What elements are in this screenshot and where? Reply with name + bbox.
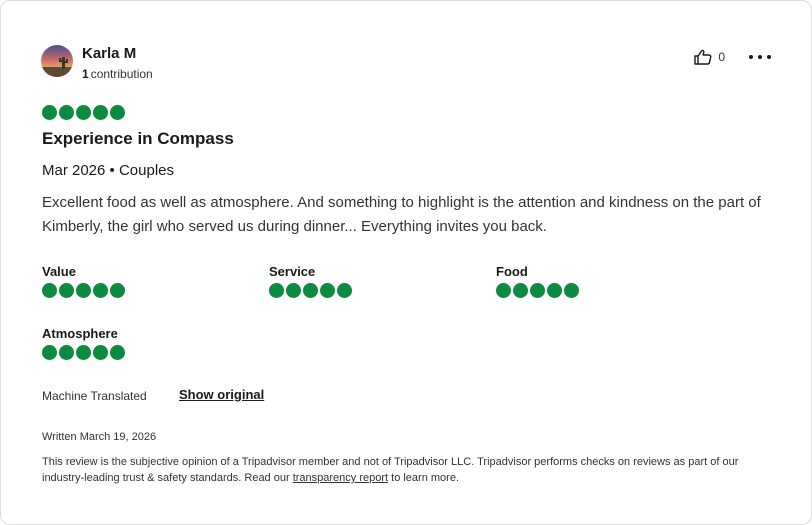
ellipsis-icon	[767, 55, 771, 59]
sub-rating-label: Atmosphere	[42, 326, 118, 341]
helpful-vote-button[interactable]: 0	[694, 49, 725, 65]
rating-bubble-icon	[76, 283, 91, 298]
rating-bubble-icon	[76, 345, 91, 360]
sub-rating-atmosphere: Atmosphere	[42, 326, 125, 360]
review-card: Karla M 1 contribution 0 Experience in Co…	[0, 0, 812, 525]
author-name[interactable]: Karla M	[82, 45, 136, 62]
sub-rating-label: Food	[496, 264, 528, 279]
disclaimer-text-end: to learn more.	[388, 472, 459, 484]
rating-bubble-icon	[76, 105, 91, 120]
rating-bubble-icon	[110, 283, 125, 298]
avatar[interactable]	[41, 45, 73, 77]
overall-rating-bubbles	[42, 105, 125, 120]
ellipsis-icon	[749, 55, 753, 59]
rating-bubble-icon	[59, 283, 74, 298]
contributions-label: contribution	[90, 67, 153, 81]
sub-rating-bubbles	[496, 283, 579, 298]
thumbs-up-icon	[694, 49, 712, 65]
rating-bubble-icon	[42, 105, 57, 120]
rating-bubble-icon	[59, 105, 74, 120]
sub-rating-bubbles	[42, 345, 125, 360]
review-body: Excellent food as well as atmosphere. An…	[42, 194, 761, 235]
rating-bubble-icon	[269, 283, 284, 298]
rating-bubble-icon	[564, 283, 579, 298]
sub-rating-bubbles	[42, 283, 125, 298]
show-original-link[interactable]: Show original	[179, 387, 264, 402]
rating-bubble-icon	[42, 283, 57, 298]
sub-rating-bubbles	[269, 283, 352, 298]
machine-translated-label: Machine Translated	[42, 389, 147, 403]
rating-bubble-icon	[547, 283, 562, 298]
rating-bubble-icon	[286, 283, 301, 298]
rating-bubble-icon	[93, 345, 108, 360]
rating-bubble-icon	[93, 105, 108, 120]
rating-bubble-icon	[93, 283, 108, 298]
rating-bubble-icon	[110, 105, 125, 120]
avatar-image	[41, 45, 73, 77]
written-date: Written March 19, 2026	[42, 431, 157, 443]
sub-rating-label: Service	[269, 264, 316, 279]
rating-bubble-icon	[337, 283, 352, 298]
review-meta: Mar 2026 • Couples	[42, 162, 174, 179]
sub-rating-service: Service	[269, 264, 352, 298]
more-options-button[interactable]	[749, 47, 771, 67]
sub-rating-value: Value	[42, 264, 125, 298]
contributions-count: 1	[82, 67, 89, 81]
rating-bubble-icon	[59, 345, 74, 360]
review-title[interactable]: Experience in Compass	[42, 129, 234, 149]
review-header: Karla M 1 contribution 0	[41, 45, 771, 81]
rating-bubble-icon	[42, 345, 57, 360]
rating-bubble-icon	[530, 283, 545, 298]
transparency-report-link[interactable]: transparency report	[293, 472, 388, 484]
review-disclaimer: This review is the subjective opinion of…	[42, 454, 772, 486]
rating-bubble-icon	[303, 283, 318, 298]
contributions: 1 contribution	[82, 67, 153, 81]
rating-bubble-icon	[320, 283, 335, 298]
rating-bubble-icon	[513, 283, 528, 298]
sub-rating-label: Value	[42, 264, 76, 279]
ellipsis-icon	[758, 55, 762, 59]
sub-rating-food: Food	[496, 264, 579, 298]
rating-bubble-icon	[496, 283, 511, 298]
helpful-count: 0	[718, 50, 725, 64]
rating-bubble-icon	[110, 345, 125, 360]
